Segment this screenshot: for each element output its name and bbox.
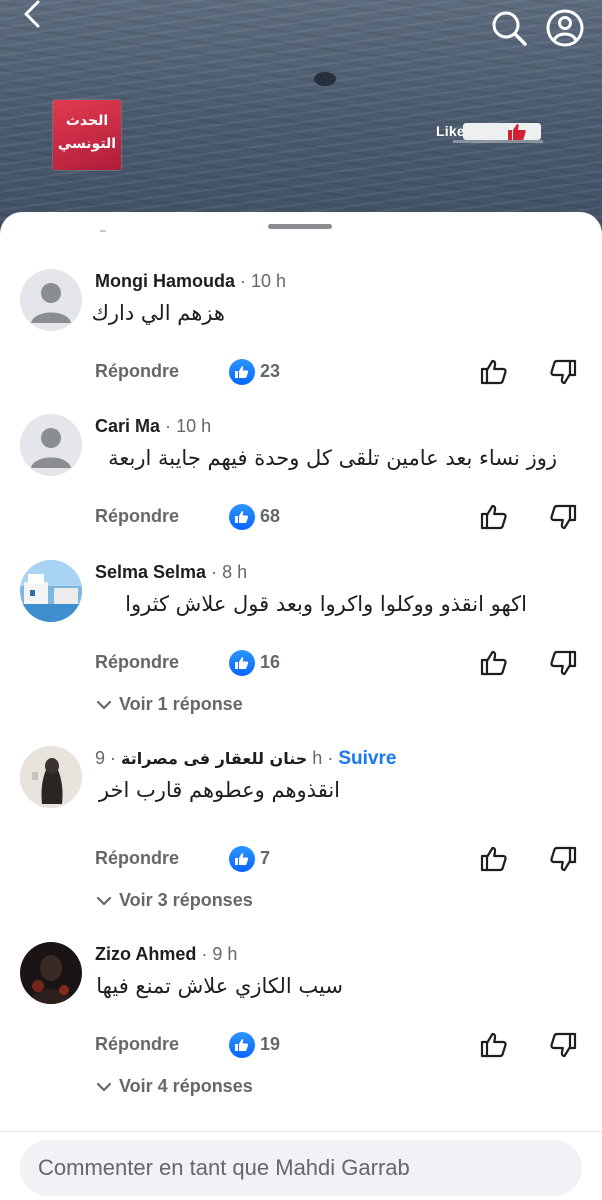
separator-dot: · [327, 748, 334, 768]
logo-line1: الحدث [65, 112, 109, 128]
thumbs-up-icon[interactable] [479, 648, 509, 678]
comment-text: هزهم الي دارك [91, 301, 225, 325]
like-reaction-icon [229, 1032, 255, 1058]
like-count: 23 [260, 361, 281, 381]
thumbs-up-icon[interactable] [479, 357, 509, 387]
avatar-photo [20, 746, 82, 808]
avatar-photo [20, 942, 82, 1004]
avatar[interactable] [20, 746, 82, 808]
comment-time: 8 h [222, 562, 248, 582]
comments-sheet: Mongi Hamouda · 10 h هزهم الي دارك Répon… [0, 212, 602, 1199]
reply-button[interactable]: Répondre [95, 506, 179, 527]
like-watermark: Like [433, 117, 546, 147]
like-count: 7 [260, 848, 271, 868]
reply-button[interactable]: Répondre [95, 1034, 179, 1055]
view-replies-label: Voir 4 réponses [119, 1076, 253, 1096]
like-reaction-icon [229, 846, 255, 872]
comment-header: Zizo Ahmed · 9 h [95, 942, 237, 966]
chevron-down-icon [96, 701, 112, 710]
channel-logo: الحدث التونسي [53, 100, 121, 170]
default-avatar-icon [31, 283, 71, 323]
like-count: 16 [260, 652, 281, 672]
avatar[interactable] [20, 414, 82, 476]
thumbs-up-icon[interactable] [479, 844, 509, 874]
thumbs-up-watermark-icon [508, 124, 526, 140]
comment-text: زوز نساء بعد عامين تلقى كل وحدة فيهم جاي… [108, 446, 557, 470]
like-count: 68 [260, 506, 281, 526]
thumbs-down-icon[interactable] [548, 357, 578, 387]
comment-author[interactable]: Cari Ma [95, 416, 160, 436]
view-replies-link[interactable]: Voir 4 réponses [95, 1076, 253, 1097]
like-count: 19 [260, 1034, 281, 1054]
comment-text: سيب الكازي علاش تمنع فيها [96, 974, 343, 998]
separator-dot: · [165, 416, 172, 436]
view-replies-label: Voir 3 réponses [119, 890, 253, 910]
default-avatar-icon [31, 428, 71, 468]
account-icon[interactable] [544, 7, 586, 49]
reply-button[interactable]: Répondre [95, 361, 179, 382]
comment-header: Mongi Hamouda · 10 h [95, 269, 286, 293]
chevron-down-icon [96, 897, 112, 906]
sheet-drag-handle[interactable] [268, 224, 332, 229]
view-replies-link[interactable]: Voir 3 réponses [95, 890, 253, 911]
like-watermark-underline [453, 140, 543, 143]
comment-text: انقذوهم وعطوهم قارب اخر [98, 778, 340, 802]
comment-time: 9 h [212, 944, 238, 964]
separator-dot: · [240, 271, 247, 291]
comment-input-placeholder: Commenter en tant que Mahdi Garrab [38, 1155, 410, 1180]
comment-time: 10 h [176, 416, 212, 436]
comment-time: 10 h [251, 271, 287, 291]
chevron-down-icon [96, 1083, 112, 1092]
follow-button[interactable]: Suivre [338, 748, 396, 769]
like-reaction-icon [229, 359, 255, 385]
comment-header: حنان للعقار فى مصراتة · 9 h · Suivre [95, 746, 396, 771]
like-watermark-bar [463, 123, 541, 140]
separator-dot: · [201, 944, 208, 964]
like-reaction-icon [229, 504, 255, 530]
divider-mark [100, 230, 106, 232]
comment-composer-bar: Commenter en tant que Mahdi Garrab [0, 1131, 602, 1200]
avatar[interactable] [20, 269, 82, 331]
comment-header: Selma Selma · 8 h [95, 560, 247, 584]
avatar[interactable] [20, 942, 82, 1004]
back-arrow-icon[interactable] [18, 0, 48, 30]
comment-input[interactable]: Commenter en tant que Mahdi Garrab [20, 1140, 582, 1196]
comment-author[interactable]: Zizo Ahmed [95, 944, 196, 964]
separator-dot: · [211, 562, 218, 582]
comment-author[interactable]: حنان للعقار فى مصراتة [121, 749, 307, 768]
avatar-photo [20, 560, 82, 622]
reply-button[interactable]: Répondre [95, 652, 179, 673]
thumbs-up-icon[interactable] [479, 502, 509, 532]
like-reaction-icon [229, 650, 255, 676]
avatar[interactable] [20, 560, 82, 622]
view-replies-label: Voir 1 réponse [119, 694, 243, 714]
comment-text: اكهو انقذو ووكلوا واكروا وبعد قول علاش ك… [125, 592, 527, 616]
thumbs-down-icon[interactable] [548, 648, 578, 678]
thumbs-down-icon[interactable] [548, 502, 578, 532]
separator-dot: · [110, 748, 117, 768]
thumbs-up-icon[interactable] [479, 1030, 509, 1060]
thumbs-down-icon[interactable] [548, 844, 578, 874]
search-icon[interactable] [489, 8, 529, 48]
comment-author[interactable]: Mongi Hamouda [95, 271, 235, 291]
comment-author[interactable]: Selma Selma [95, 562, 206, 582]
logo-line2: التونسي [57, 135, 117, 151]
reply-button[interactable]: Répondre [95, 848, 179, 869]
thumbs-down-icon[interactable] [548, 1030, 578, 1060]
comment-header: Cari Ma · 10 h [95, 414, 211, 438]
swimmer-silhouette [314, 72, 336, 86]
like-watermark-text: Like [436, 123, 465, 139]
view-replies-link[interactable]: Voir 1 réponse [95, 694, 243, 715]
